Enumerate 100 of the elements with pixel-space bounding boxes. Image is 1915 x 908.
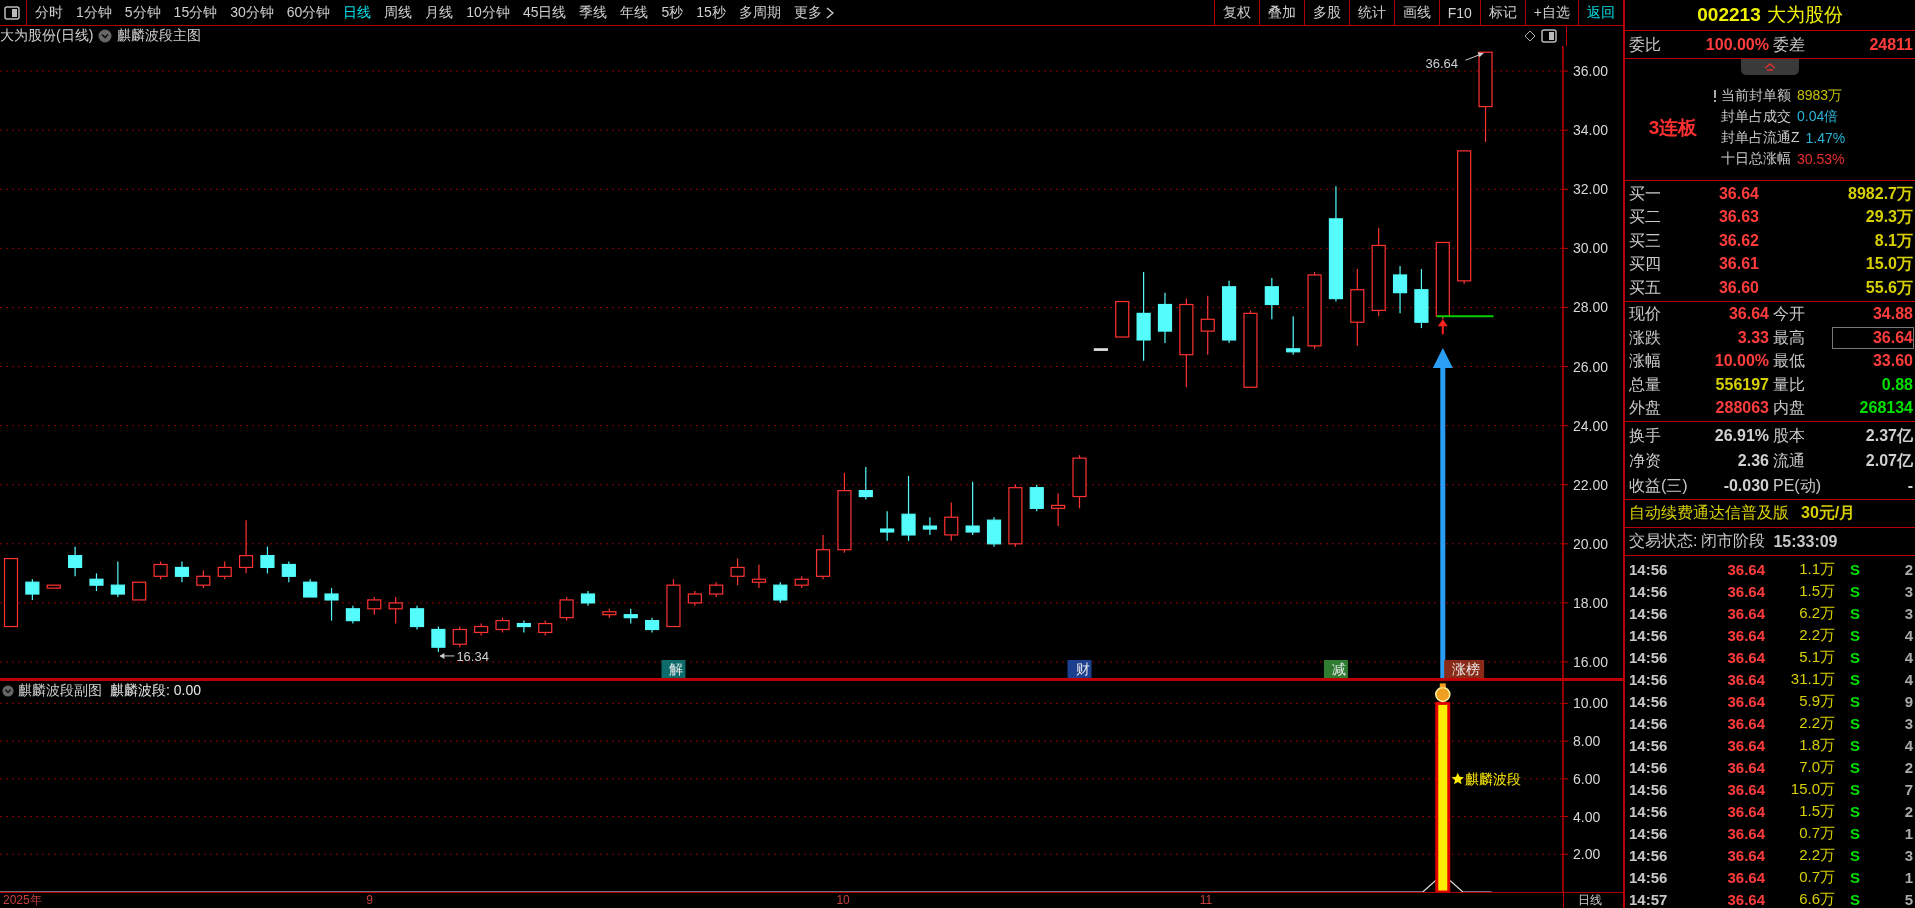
period-tab[interactable]: 60分钟 <box>286 3 331 22</box>
period-tab[interactable]: 10分钟 <box>466 3 510 22</box>
period-tab[interactable]: 5秒 <box>661 3 684 22</box>
tick-time: 14:56 <box>1629 714 1669 732</box>
event-tag[interactable]: 减 <box>1323 660 1348 678</box>
tick-price: 36.64 <box>1726 824 1765 842</box>
panel-toggle-icon[interactable] <box>4 5 20 20</box>
dropdown-icon[interactable] <box>98 29 113 43</box>
candlestick <box>580 590 596 607</box>
money-bag-icon <box>1435 683 1451 703</box>
event-tag[interactable]: 涨榜 <box>1444 660 1485 678</box>
tick-time: 14:56 <box>1629 670 1669 688</box>
ad-text[interactable]: 自动续费通达信普及版 <box>1629 503 1789 524</box>
candlestick <box>730 558 745 586</box>
axis-label: 9 <box>366 893 373 907</box>
price-label: 36.64 <box>1425 56 1459 72</box>
tick-price: 36.64 <box>1726 648 1765 666</box>
candlestick <box>858 466 873 501</box>
candlestick <box>1029 484 1044 512</box>
field-value: 288063 <box>1714 398 1769 419</box>
candlestick <box>1072 454 1087 509</box>
period-tab[interactable]: 1分钟 <box>76 3 112 22</box>
candlestick <box>1414 268 1429 329</box>
axis-label: 18.00 <box>1573 594 1609 611</box>
candlestick <box>431 625 446 653</box>
field-value: 33.60 <box>1871 351 1913 372</box>
tick-time: 14:56 <box>1629 846 1669 864</box>
tick-side: S <box>1849 758 1861 776</box>
axis-label: 36.00 <box>1573 63 1609 80</box>
period-tab[interactable]: 多周期 <box>738 3 781 22</box>
price-label: 16.34 <box>456 648 489 664</box>
tick-price: 36.64 <box>1726 670 1765 688</box>
candlestick <box>132 581 147 601</box>
period-tab[interactable]: 季线 <box>579 3 608 22</box>
indicator-name[interactable]: 麒麟波段主图 <box>117 27 202 45</box>
field-value: 268134 <box>1858 398 1913 419</box>
tick-time: 14:56 <box>1629 758 1669 776</box>
diamond-icon[interactable] <box>1524 30 1536 42</box>
axis-label: 16.00 <box>1573 654 1609 670</box>
tick-volume: 2.2万 <box>1798 845 1835 865</box>
tick-time: 14:56 <box>1629 824 1669 842</box>
tick-price: 36.64 <box>1726 846 1765 864</box>
candlestick <box>217 560 232 580</box>
period-tab[interactable]: 30分钟 <box>230 3 274 22</box>
field-value: - <box>1906 475 1913 496</box>
field-label: 买二 <box>1629 207 1662 228</box>
indicator-name[interactable]: 麒麟波段副图 <box>18 682 102 700</box>
period-tab[interactable]: 日线 <box>343 3 372 22</box>
candlestick <box>388 596 403 625</box>
tick-price: 36.64 <box>1726 714 1765 732</box>
tick-side: S <box>1849 670 1861 688</box>
ad-price[interactable]: 30元/月 <box>1801 503 1856 524</box>
tick-time: 14:56 <box>1629 780 1669 798</box>
period-tab[interactable]: 5分钟 <box>124 3 161 22</box>
candlestick <box>901 475 916 542</box>
tick-price: 36.64 <box>1726 560 1765 578</box>
field-value: 100.00% <box>1704 34 1769 55</box>
period-tab[interactable]: 15秒 <box>696 3 726 22</box>
period-tab[interactable]: 15分钟 <box>173 3 218 22</box>
panel-toggle-icon[interactable] <box>1541 29 1557 43</box>
field-label: 最高 <box>1773 327 1806 348</box>
tick-volume: 1.1万 <box>1798 559 1835 579</box>
field-value: 24811 <box>1868 34 1913 55</box>
tick-count: 4 <box>1903 736 1914 754</box>
status-phase: 闭市阶段 <box>1701 531 1766 551</box>
axis-label: 20.00 <box>1573 535 1609 552</box>
tick-price: 36.64 <box>1726 604 1765 622</box>
candlestick <box>324 587 339 622</box>
candlestick <box>345 605 361 625</box>
bid-price: 36.63 <box>1717 207 1759 228</box>
tick-volume: 2.2万 <box>1798 625 1835 645</box>
tick-side: S <box>1849 714 1861 732</box>
tick-count: 7 <box>1903 780 1914 798</box>
field-value: 36.64 <box>1833 327 1913 348</box>
field-value: 2.36 <box>1736 450 1769 471</box>
period-tab[interactable]: 周线 <box>384 3 413 22</box>
field-label: 买四 <box>1629 254 1662 275</box>
pointer-arrow <box>439 652 455 659</box>
event-tag[interactable]: 财 <box>1067 660 1092 678</box>
candlestick <box>687 590 702 607</box>
period-tab[interactable]: 月线 <box>425 3 454 22</box>
axis-label: 26.00 <box>1573 358 1609 375</box>
more-menu[interactable]: 更多 <box>793 3 834 22</box>
period-tab[interactable]: 分时 <box>35 3 63 22</box>
event-tag[interactable]: 解 <box>661 660 686 678</box>
candlestick <box>1093 348 1108 351</box>
axis-label: 6.00 <box>1573 770 1601 787</box>
axis-label: 22.00 <box>1573 476 1609 493</box>
tick-count: 1 <box>1903 824 1914 842</box>
tick-count: 4 <box>1903 648 1914 666</box>
period-tab[interactable]: 45日线 <box>522 3 567 22</box>
candlestick <box>1008 484 1023 548</box>
dropdown-icon[interactable] <box>2 685 14 697</box>
axis-label: 24.00 <box>1573 417 1609 434</box>
candlestick <box>922 516 937 536</box>
axis-label: 2025年 <box>3 893 42 907</box>
tick-time: 14:56 <box>1629 802 1669 820</box>
candlestick <box>773 581 788 604</box>
indicator-reading: 麒麟波段: 0.00 <box>110 682 202 700</box>
period-tab[interactable]: 年线 <box>620 3 649 22</box>
